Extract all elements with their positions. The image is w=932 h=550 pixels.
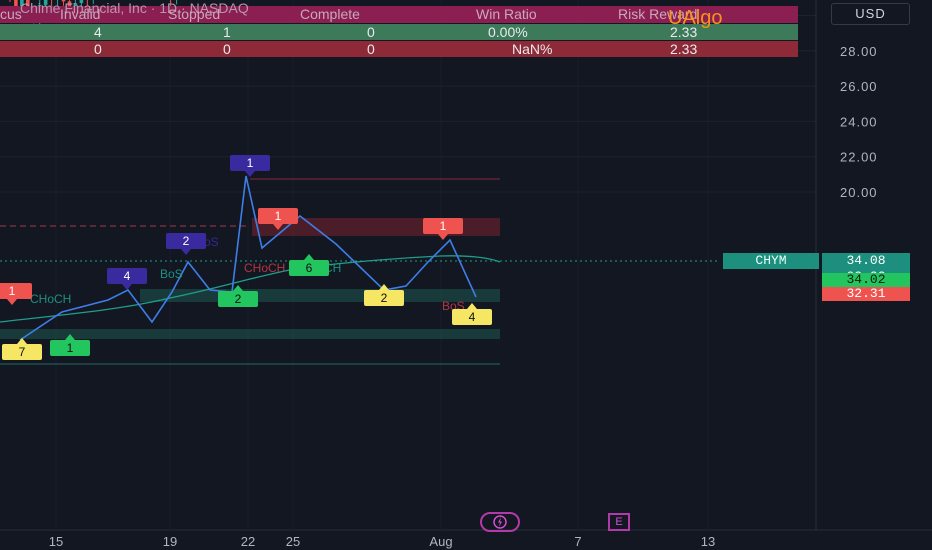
pivot-label: 2 <box>166 233 206 255</box>
currency-button[interactable]: USD <box>831 3 910 25</box>
time-label: 19 <box>163 534 177 549</box>
earnings-icon[interactable]: E <box>599 513 639 531</box>
pivot-text: 2 <box>183 234 190 248</box>
pivot-text: 1 <box>440 219 447 233</box>
pivot-text: 4 <box>124 269 131 283</box>
row-cell: 0 <box>223 41 231 57</box>
pivot-text: 2 <box>381 291 388 305</box>
structure-label: CHoCH <box>244 261 285 275</box>
pivot-arrow <box>467 303 477 309</box>
row-cell: NaN% <box>512 41 553 57</box>
pivot-label: 1 <box>0 283 32 305</box>
lightning-icon-glyph <box>493 515 507 529</box>
pivot-label: 4 <box>107 268 147 290</box>
header-cell: cus <box>0 6 22 22</box>
row-cell: 4 <box>94 24 102 40</box>
pivot-label: 1 <box>423 218 463 240</box>
pivot-label: 2 <box>218 285 258 307</box>
price-label: 26.00 <box>840 79 878 94</box>
header-cell: Invalid <box>60 6 101 22</box>
pivot-arrow <box>181 249 191 255</box>
low-price-tag[interactable]: 32.31 <box>822 287 910 301</box>
pivot-text: 6 <box>306 261 313 275</box>
pivot-badge <box>0 283 32 299</box>
price-chart[interactable]: CHoCHBoSBoSCHoCHBoSCHoCH 171422116214 46… <box>0 0 932 550</box>
demand-zone <box>0 329 500 339</box>
header-cell: Complete <box>300 6 360 22</box>
symbol-tag[interactable]: CHYM <box>723 253 819 269</box>
pivot-arrow <box>304 254 314 260</box>
pivot-arrow <box>438 234 448 240</box>
row-cell: 0 <box>367 24 375 40</box>
pivot-label: 7 <box>2 338 42 360</box>
header-cell: Win Ratio <box>476 6 537 22</box>
time-label: 13 <box>701 534 715 549</box>
price-label: 28.00 <box>840 44 878 59</box>
time-label: 15 <box>49 534 63 549</box>
pivot-text: 1 <box>247 156 254 170</box>
lightning-icon[interactable] <box>480 512 520 532</box>
price-label: 20.00 <box>840 185 878 200</box>
pivot-arrow <box>7 299 17 305</box>
last-price: 34.08 <box>846 253 886 268</box>
time-label: Aug <box>429 534 452 549</box>
row-cell: 0.00% <box>488 24 528 40</box>
pivot-label: 6 <box>289 254 329 276</box>
row-cell: 1 <box>223 24 231 40</box>
structure-label: BoS <box>160 267 183 281</box>
time-axis[interactable]: 15 19 22 25 Aug 7 13 <box>49 534 715 549</box>
pivot-arrow <box>233 285 243 291</box>
price-label: 24.00 <box>840 114 878 129</box>
pivot-text: 2 <box>235 292 242 306</box>
structure-label: CHoCH <box>30 292 71 306</box>
pivot-text: 1 <box>9 284 16 298</box>
earnings-label: E <box>608 513 630 531</box>
time-label: 22 <box>241 534 255 549</box>
brand-logo: UAlgo <box>668 7 723 29</box>
header-cell: Stopped <box>168 6 221 22</box>
row-cell: 0 <box>367 41 375 57</box>
pivot-text: 7 <box>19 345 26 359</box>
pivot-label: 1 <box>230 155 270 177</box>
price-scale[interactable]: 46.0044.0042.0040.0038.0036.0034.0032.00… <box>840 0 878 201</box>
stats-row: 0 0 0 NaN% 2.33 <box>0 41 798 57</box>
time-label: 25 <box>286 534 300 549</box>
time-label: 7 <box>574 534 581 549</box>
candle <box>9 0 11 2</box>
pivot-arrow <box>122 284 132 290</box>
row-cell: 0 <box>94 41 102 57</box>
pivot-text: 1 <box>275 209 282 223</box>
pivot-text: 1 <box>67 341 74 355</box>
mid-price-tag[interactable]: 34.02 <box>822 273 910 287</box>
price-label: 22.00 <box>840 150 878 165</box>
pivot-text: 4 <box>469 310 476 324</box>
row-cell: 2.33 <box>670 41 698 57</box>
